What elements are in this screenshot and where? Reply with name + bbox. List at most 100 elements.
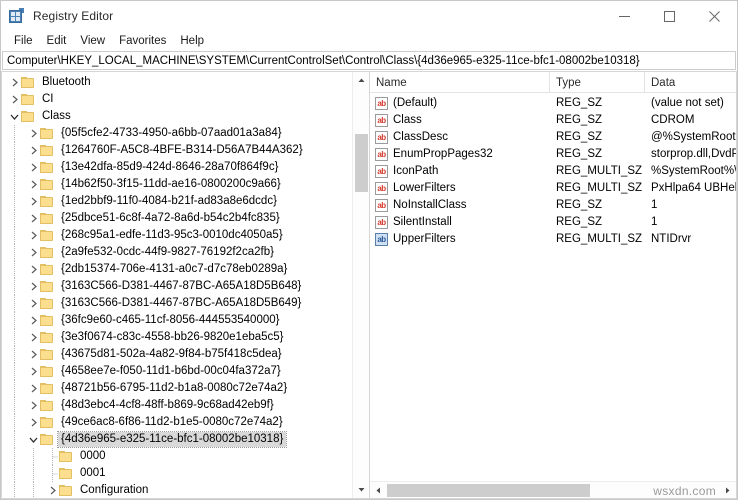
value-row[interactable]: ab(Default)REG_SZ(value not set)	[370, 95, 736, 112]
chevron-right-icon[interactable]	[27, 346, 40, 363]
value-type-label: REG_SZ	[556, 198, 602, 213]
address-bar[interactable]: Computer\HKEY_LOCAL_MACHINE\SYSTEM\Curre…	[2, 51, 736, 70]
tree-node[interactable]: Bluetooth	[2, 74, 352, 91]
chevron-right-icon[interactable]	[27, 142, 40, 159]
value-type-label: REG_MULTI_SZ	[556, 181, 642, 196]
chevron-right-icon[interactable]	[27, 363, 40, 380]
menu-help[interactable]: Help	[173, 32, 211, 50]
column-header-type[interactable]: Type	[550, 72, 645, 93]
string-value-icon: ab	[375, 131, 388, 144]
value-name-label: EnumPropPages32	[393, 147, 493, 162]
tree-node[interactable]: {3e3f0674-c83c-4558-bb26-9820e1eba5c5}	[2, 329, 352, 346]
tree-node[interactable]: {3163C566-D381-4467-87BC-A65A18D5B648}	[2, 278, 352, 295]
title-bar: Registry Editor	[1, 1, 737, 31]
tree-scroll-up-button[interactable]	[353, 72, 369, 89]
value-row[interactable]: abUpperFiltersREG_MULTI_SZNTIDrvr	[370, 231, 736, 248]
menu-view[interactable]: View	[73, 32, 112, 50]
chevron-right-icon[interactable]	[27, 397, 40, 414]
value-row[interactable]: abClassDescREG_SZ@%SystemRoot%\Sy	[370, 129, 736, 146]
tree-node[interactable]: {05f5cfe2-4733-4950-a6bb-07aad01a3a84}	[2, 125, 352, 142]
value-type-label: REG_SZ	[556, 215, 602, 230]
tree-node[interactable]: {4d36e965-e325-11ce-bfc1-08002be10318}	[2, 431, 352, 448]
values-horizontal-scrollbar[interactable]: wsxdn.com	[370, 481, 736, 498]
value-row[interactable]: abEnumPropPages32REG_SZstorprop.dll,DvdP…	[370, 146, 736, 163]
values-scrollbar-thumb[interactable]	[387, 484, 590, 497]
tree-node[interactable]: {25dbce51-6c8f-4a72-8a6d-b54c2b4fc835}	[2, 210, 352, 227]
tree-vertical-scrollbar[interactable]	[352, 72, 369, 498]
registry-tree[interactable]: BluetoothCI Class{05f5cfe2-4733-4950-a6bb…	[2, 72, 352, 498]
tree-node[interactable]: {3163C566-D381-4467-87BC-A65A18D5B649}	[2, 295, 352, 312]
minimize-button[interactable]	[602, 1, 647, 31]
chevron-right-icon[interactable]	[27, 329, 40, 346]
chevron-down-icon[interactable]	[8, 108, 21, 125]
value-row[interactable]: abIconPathREG_MULTI_SZ%SystemRoot%\Syst	[370, 163, 736, 180]
tree-node[interactable]: {2db15374-706e-4131-a0c7-d7c78eb0289a}	[2, 261, 352, 278]
tree-node[interactable]: {48d3ebc4-4cf8-48ff-b869-9c68ad42eb9f}	[2, 397, 352, 414]
tree-node-label: Class	[39, 109, 74, 124]
chevron-right-icon[interactable]	[27, 193, 40, 210]
tree-node[interactable]: {13e42dfa-85d9-424d-8646-28a70f864f9c}	[2, 159, 352, 176]
values-scroll-right-button[interactable]	[719, 482, 736, 499]
chevron-right-icon[interactable]	[27, 159, 40, 176]
tree-node[interactable]: {49ce6ac8-6f86-11d2-b1e5-0080c72e74a2}	[2, 414, 352, 431]
tree-node[interactable]: {14b62f50-3f15-11dd-ae16-0800200c9a66}	[2, 176, 352, 193]
chevron-down-icon[interactable]	[27, 431, 40, 448]
chevron-right-icon[interactable]	[27, 380, 40, 397]
chevron-right-icon[interactable]	[27, 176, 40, 193]
menu-edit[interactable]: Edit	[40, 32, 74, 50]
menu-favorites[interactable]: Favorites	[112, 32, 173, 50]
tree-indent-guide	[14, 363, 15, 380]
tree-node[interactable]: {4658ee7e-f050-11d1-b6bd-00c04fa372a7}	[2, 363, 352, 380]
tree-node[interactable]: Configuration	[2, 482, 352, 498]
chevron-right-icon[interactable]	[27, 295, 40, 312]
menu-file[interactable]: File	[7, 32, 40, 50]
tree-node[interactable]: CI	[2, 91, 352, 108]
tree-scrollbar-thumb[interactable]	[355, 134, 368, 192]
chevron-right-icon[interactable]	[27, 278, 40, 295]
tree-node[interactable]: {2a9fe532-0cdc-44f9-9827-76192f2ca2fb}	[2, 244, 352, 261]
tree-node-label: {14b62f50-3f15-11dd-ae16-0800200c9a66}	[58, 177, 284, 192]
registry-values-list[interactable]: ab(Default)REG_SZ(value not set)abClassR…	[370, 93, 736, 481]
chevron-right-icon[interactable]	[8, 91, 21, 108]
value-row[interactable]: abNoInstallClassREG_SZ1	[370, 197, 736, 214]
value-row[interactable]: abClassREG_SZCDROM	[370, 112, 736, 129]
values-scroll-left-button[interactable]	[370, 482, 387, 499]
chevron-right-icon[interactable]	[27, 210, 40, 227]
string-value-icon: ab	[375, 233, 388, 246]
tree-node[interactable]: 0001	[2, 465, 352, 482]
value-name-cell: abClass	[370, 112, 550, 129]
tree-node[interactable]: {36fc9e60-c465-11cf-8056-444553540000}	[2, 312, 352, 329]
tree-node[interactable]: {43675d81-502a-4a82-9f84-b75f418c5dea}	[2, 346, 352, 363]
column-header-data[interactable]: Data	[645, 72, 736, 93]
value-name-cell: abIconPath	[370, 163, 550, 180]
chevron-right-icon[interactable]	[27, 227, 40, 244]
tree-node-label: CI	[39, 92, 57, 107]
chevron-right-icon[interactable]	[27, 244, 40, 261]
tree-node[interactable]: {1264760F-A5C8-4BFE-B314-D56A7B44A362}	[2, 142, 352, 159]
chevron-right-icon[interactable]	[27, 261, 40, 278]
tree-node[interactable]: 0000	[2, 448, 352, 465]
tree-node[interactable]: {1ed2bbf9-11f0-4084-b21f-ad83a8e6dcdc}	[2, 193, 352, 210]
chevron-right-icon[interactable]	[8, 74, 21, 91]
folder-icon	[40, 128, 54, 140]
column-header-name[interactable]: Name	[370, 72, 550, 93]
tree-node[interactable]: Class	[2, 108, 352, 125]
value-data-cell: @%SystemRoot%\Sy	[645, 129, 736, 146]
value-name-label: IconPath	[393, 164, 438, 179]
close-button[interactable]	[692, 1, 737, 31]
value-row[interactable]: abLowerFiltersREG_MULTI_SZPxHlpa64 UBHel…	[370, 180, 736, 197]
tree-scroll-down-button[interactable]	[353, 481, 369, 498]
chevron-right-icon[interactable]	[27, 125, 40, 142]
maximize-button[interactable]	[647, 1, 692, 31]
tree-indent-guide	[14, 312, 15, 329]
chevron-right-icon[interactable]	[27, 414, 40, 431]
chevron-right-icon[interactable]	[46, 482, 59, 498]
tree-node[interactable]: {268c95a1-edfe-11d3-95c3-0010dc4050a5}	[2, 227, 352, 244]
tree-indent-guide	[14, 329, 15, 346]
folder-icon	[40, 162, 54, 174]
value-row[interactable]: abSilentInstallREG_SZ1	[370, 214, 736, 231]
tree-indent-guide	[14, 482, 15, 498]
chevron-right-icon[interactable]	[27, 312, 40, 329]
tree-node[interactable]: {48721b56-6795-11d2-b1a8-0080c72e74a2}	[2, 380, 352, 397]
tree-node-label: {268c95a1-edfe-11d3-95c3-0010dc4050a5}	[58, 228, 286, 243]
